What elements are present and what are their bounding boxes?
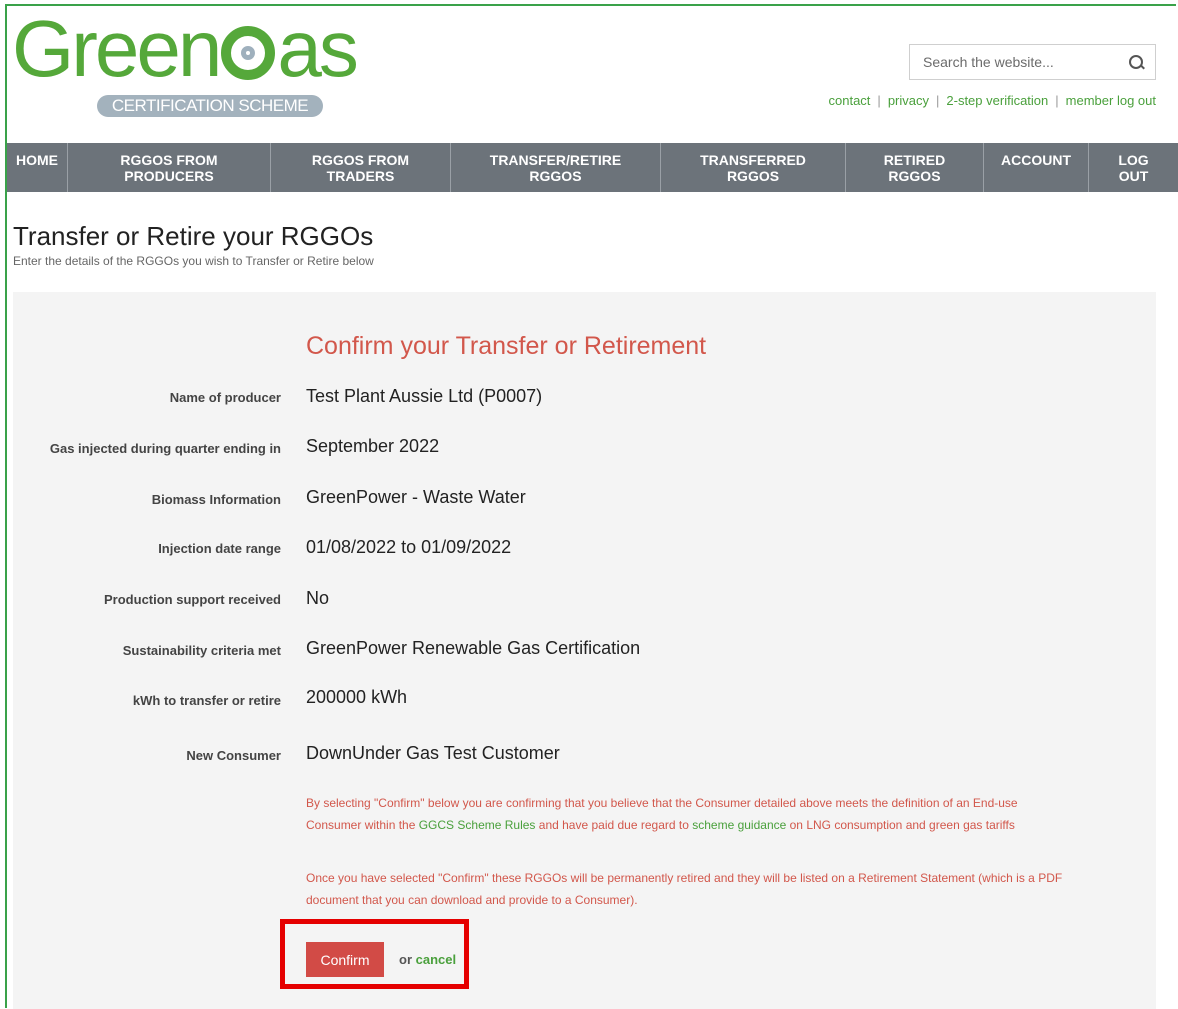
contact-link[interactable]: contact <box>829 93 871 108</box>
nav-label: RGGOS FROM <box>311 152 410 168</box>
nav-label: HOME <box>16 152 58 168</box>
search-icon[interactable] <box>1129 55 1143 69</box>
link-separator: | <box>877 93 881 108</box>
nav-label: RGGOS <box>529 168 582 184</box>
field-label-production-support: Production support received <box>104 592 281 607</box>
nav-item-account[interactable]: ACCOUNT <box>984 143 1089 192</box>
field-label-quarter: Gas injected during quarter ending in <box>49 441 281 456</box>
search-placeholder: Search the website... <box>923 54 1054 70</box>
logo-word-part2: as <box>277 4 358 93</box>
page-subtitle: Enter the details of the RGGOs you wish … <box>13 254 374 268</box>
link-separator: | <box>936 93 940 108</box>
consumer-confirmation-notice: By selecting "Confirm" below you are con… <box>306 793 1066 836</box>
scheme-rules-link[interactable]: GGCS Scheme Rules <box>419 818 536 832</box>
page-title: Transfer or Retire your RGGOs <box>13 221 374 251</box>
field-label-kwh: kWh to transfer or retire <box>132 693 281 708</box>
field-value-kwh: 200000 kWh <box>306 687 408 707</box>
top-links: contact | privacy | 2-step verification | memb… <box>829 93 1157 108</box>
logo-g-mark <box>221 26 276 80</box>
nav-label: ACCOUNT <box>1001 152 1071 168</box>
nav-label: RGGOS <box>888 168 941 184</box>
field-value-injection-range: 01/08/2022 to 01/09/2022 <box>306 537 512 557</box>
nav-label: RETIRED <box>883 152 946 168</box>
nav-item-log-out[interactable]: LOG OUT <box>1089 143 1178 192</box>
nav-item-transferred-rggos[interactable]: TRANSFERRED RGGOS <box>661 143 846 192</box>
nav-item-retired-rggos[interactable]: RETIRED RGGOS <box>846 143 984 192</box>
confirm-heading: Confirm your Transfer or Retirement <box>306 332 707 360</box>
notice-text: and have paid due regard to <box>535 817 693 832</box>
nav-label: TRANSFER/RETIRE <box>489 152 622 168</box>
field-value-producer: Test Plant Aussie Ltd (P0007) <box>306 386 543 406</box>
field-label-injection-range: Injection date range <box>158 541 281 556</box>
member-logout-link[interactable]: member log out <box>1066 93 1156 108</box>
nav-label: LOG <box>1118 152 1149 168</box>
field-label-new-consumer: New Consumer <box>186 748 281 763</box>
logo-word-part1: Green <box>12 4 222 93</box>
main-nav: HOME RGGOS FROM PRODUCERS RGGOS FROM TRADE… <box>7 143 1178 192</box>
privacy-link[interactable]: privacy <box>888 93 929 108</box>
nav-label: OUT <box>1118 168 1149 184</box>
scheme-guidance-link[interactable]: scheme guidance <box>692 818 786 832</box>
notice-text: on LNG consumption and green gas tariffs <box>786 817 1015 832</box>
search-input[interactable]: Search the website... <box>909 44 1156 80</box>
logo[interactable]: Green as <box>12 4 359 94</box>
two-step-verification-link[interactable]: 2-step verification <box>946 93 1048 108</box>
nav-item-rggos-from-traders[interactable]: RGGOS FROM TRADERS <box>271 143 451 192</box>
retirement-notice: Once you have selected "Confirm" these R… <box>306 871 1063 907</box>
nav-item-rggos-from-producers[interactable]: RGGOS FROM PRODUCERS <box>68 143 271 192</box>
highlight-box <box>280 919 469 989</box>
nav-label: TRADERS <box>326 168 395 184</box>
field-value-quarter: September 2022 <box>306 436 440 456</box>
link-separator: | <box>1055 93 1059 108</box>
field-value-sustainability: GreenPower Renewable Gas Certification <box>306 638 641 658</box>
nav-item-home[interactable]: HOME <box>7 143 68 192</box>
nav-label: PRODUCERS <box>124 168 214 184</box>
field-value-production-support: No <box>306 588 330 608</box>
logo-subtitle: CERTIFICATION SCHEME <box>97 95 323 117</box>
field-value-new-consumer: DownUnder Gas Test Customer <box>306 743 560 763</box>
field-value-biomass: GreenPower - Waste Water <box>306 487 526 507</box>
field-label-sustainability: Sustainability criteria met <box>122 643 281 658</box>
field-label-biomass: Biomass Information <box>151 492 281 507</box>
nav-label: RGGOS FROM <box>120 152 218 168</box>
nav-item-transfer-retire-rggos[interactable]: TRANSFER/RETIRE RGGOS <box>451 143 661 192</box>
nav-label: TRANSFERRED <box>700 152 806 168</box>
nav-label: RGGOS <box>726 168 780 184</box>
field-label-producer: Name of producer <box>169 390 281 405</box>
